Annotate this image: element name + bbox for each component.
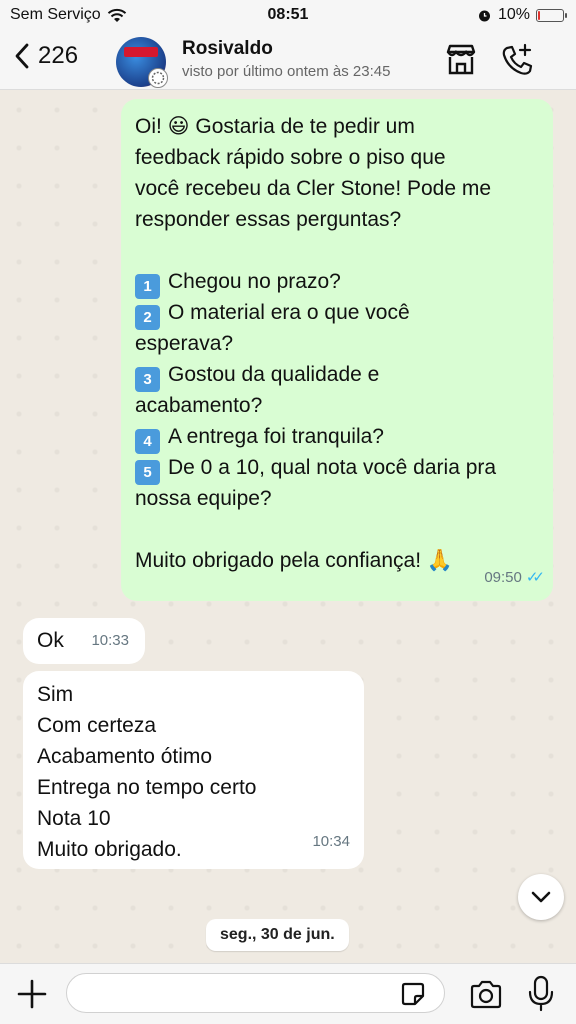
battery-icon bbox=[536, 8, 567, 22]
chat-area[interactable]: Oi! 😃 Gostaria de te pedir um feedback r… bbox=[0, 91, 576, 963]
date-separator: seg., 30 de jun. bbox=[206, 919, 349, 951]
disappearing-timer-icon bbox=[148, 68, 168, 88]
keycap-4-icon: 4 bbox=[135, 429, 160, 454]
message-line: Muito obrigado pela confiança! 🙏 bbox=[135, 549, 454, 572]
battery-fill bbox=[538, 10, 540, 20]
keycap-3-icon: 3 bbox=[135, 367, 160, 392]
unread-count: 226 bbox=[38, 42, 79, 69]
message-text: Ok bbox=[37, 629, 64, 652]
microphone-icon[interactable] bbox=[526, 975, 556, 1013]
chevron-left-icon bbox=[15, 43, 29, 69]
chat-header: 226 Rosivaldo visto por último ontem às … bbox=[0, 30, 576, 90]
message-line: Muito obrigado. bbox=[37, 838, 182, 861]
question-line: 5 De 0 a 10, qual nota você daria pra bbox=[135, 452, 539, 485]
battery-percent: 10% bbox=[497, 6, 530, 23]
back-button[interactable]: 226 bbox=[14, 42, 78, 70]
message-line bbox=[135, 514, 539, 545]
message-line: Nota 10 bbox=[37, 807, 111, 830]
message-time: 10:34 bbox=[312, 833, 350, 850]
composer-bar bbox=[0, 963, 576, 1024]
outgoing-message[interactable]: Oi! 😃 Gostaria de te pedir um feedback r… bbox=[121, 99, 553, 601]
question-line: 3 Gostou da qualidade e bbox=[135, 359, 539, 392]
status-right: 10% bbox=[477, 6, 567, 24]
message-line: Com certeza bbox=[37, 714, 157, 737]
message-line: feedback rápido sobre o piso que bbox=[135, 146, 446, 169]
keycap-5-icon: 5 bbox=[135, 460, 160, 485]
scroll-to-bottom-button[interactable] bbox=[518, 874, 564, 920]
contact-name[interactable]: Rosivaldo bbox=[182, 38, 273, 60]
chevron-down-icon bbox=[531, 891, 551, 903]
sticker-icon[interactable] bbox=[400, 981, 426, 1007]
message-line: Sim bbox=[37, 683, 74, 706]
question-line: 4A entrega foi tranquila? bbox=[135, 421, 539, 454]
phone-plus-icon[interactable] bbox=[499, 42, 535, 78]
message-line bbox=[135, 235, 539, 266]
camera-icon[interactable] bbox=[468, 977, 504, 1013]
message-line: esperava? bbox=[135, 332, 234, 355]
message-input[interactable] bbox=[66, 973, 445, 1013]
keycap-2-icon: 2 bbox=[135, 305, 160, 330]
message-line: nossa equipe? bbox=[135, 487, 272, 510]
message-line: acabamento? bbox=[135, 394, 263, 417]
store-icon[interactable] bbox=[443, 42, 479, 78]
message-line: você recebeu da Cler Stone! Pode me bbox=[135, 177, 492, 200]
status-bar: Sem Serviço 08:51 10% bbox=[0, 0, 576, 30]
message-line: responder essas perguntas? bbox=[135, 208, 402, 231]
contact-status: visto por último ontem às 23:45 bbox=[182, 63, 391, 80]
incoming-message[interactable]: Sim Com certeza Acabamento ótimo Entrega… bbox=[23, 671, 364, 869]
message-line: Oi! 😃 Gostaria de te pedir um bbox=[135, 115, 415, 138]
message-line: Acabamento ótimo bbox=[37, 745, 213, 768]
read-ticks-icon: ✓✓ bbox=[525, 569, 545, 586]
question-line: 1 Chegou no prazo? bbox=[135, 266, 539, 299]
incoming-message[interactable]: Ok 10:33 bbox=[23, 618, 145, 664]
keycap-1-icon: 1 bbox=[135, 274, 160, 299]
message-line: Entrega no tempo certo bbox=[37, 776, 257, 799]
alarm-icon bbox=[478, 10, 490, 21]
question-line: 2O material era o que você bbox=[135, 297, 539, 330]
message-time: 09:50 ✓✓ bbox=[484, 569, 545, 586]
plus-icon[interactable] bbox=[14, 976, 50, 1012]
message-time: 10:33 bbox=[91, 632, 129, 649]
